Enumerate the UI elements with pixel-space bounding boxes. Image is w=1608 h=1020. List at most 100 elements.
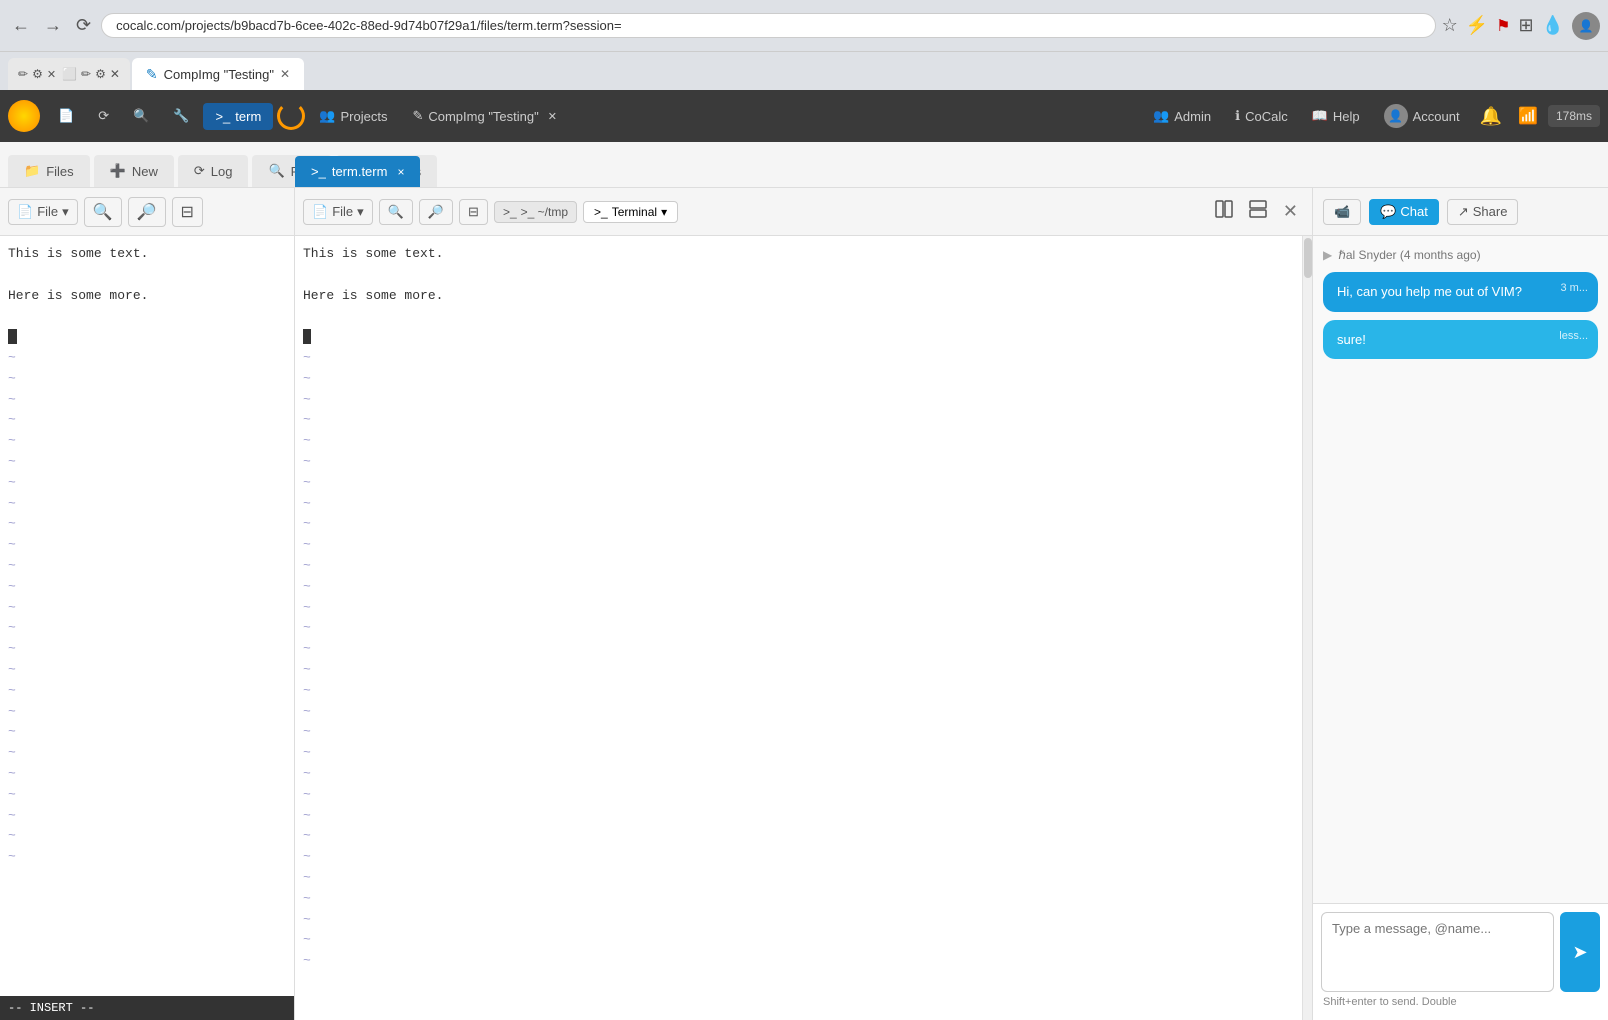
term-tab-close[interactable]: × xyxy=(397,165,404,179)
vim-tilde-2: ~ xyxy=(8,369,286,390)
terminal-split-btn[interactable]: ⊟ xyxy=(459,199,488,225)
term-tab-icon: >_ xyxy=(311,164,326,179)
vim-tilde-17: ~ xyxy=(8,681,286,702)
active-tab-close[interactable]: ✕ xyxy=(280,67,290,81)
term-tilde-14: ~ xyxy=(303,618,1304,639)
file-menu-icon: 📄 xyxy=(17,204,33,220)
compimg-btn[interactable]: ✎ CompImg "Testing" ✕ xyxy=(401,101,568,131)
term-tilde-28: ~ xyxy=(303,910,1304,931)
left-editor-content[interactable]: This is some text. Here is some more. ~ … xyxy=(0,236,294,996)
expand-arrow[interactable]: ▶ xyxy=(1323,248,1332,262)
help-btn[interactable]: 📖 Help xyxy=(1302,102,1370,130)
tools-icon: 🔧 xyxy=(173,108,189,124)
admin-btn[interactable]: 👥 Admin xyxy=(1143,102,1221,130)
zoom-in-icon: 🔎 xyxy=(137,202,157,222)
terminal-zoom-out-btn[interactable]: 🔍 xyxy=(379,199,413,225)
terminal-name-btn[interactable]: >_ Terminal ▾ xyxy=(583,201,678,223)
close-terminal-btn[interactable]: ✕ xyxy=(1277,197,1304,226)
terminal-scrollbar[interactable] xyxy=(1302,236,1312,1020)
video-icon: 📹 xyxy=(1334,204,1350,220)
term-tilde-20: ~ xyxy=(303,743,1304,764)
wifi-icon[interactable]: 📶 xyxy=(1512,100,1544,132)
term-file-tab[interactable]: >_ term.term × xyxy=(295,156,420,187)
share-icon: ↗ xyxy=(1458,204,1469,220)
water-icon[interactable]: 💧 xyxy=(1542,15,1564,36)
terminal-content-area[interactable]: This is some text. Here is some more. ~ … xyxy=(295,236,1312,1020)
split-vertical-btn[interactable] xyxy=(1209,196,1239,227)
vim-line-1: This is some text. xyxy=(8,244,286,265)
tab1-close[interactable]: ✕ xyxy=(47,68,56,81)
browser-tab-active[interactable]: ✎ CompImg "Testing" ✕ xyxy=(132,58,304,90)
chat-video-btn[interactable]: 📹 xyxy=(1323,199,1361,225)
zoom-in-btn[interactable]: 🔎 xyxy=(128,197,166,227)
split-btn[interactable]: ⊟ xyxy=(172,197,203,227)
chat-send-btn[interactable]: ➤ xyxy=(1560,912,1600,992)
tab1-gear: ⚙ xyxy=(32,67,43,81)
terminal-path-icon: >_ xyxy=(503,205,517,219)
terminal-zoom-in-btn[interactable]: 🔎 xyxy=(419,199,453,225)
cocalc-label: CoCalc xyxy=(1245,109,1288,124)
browser-back-btn[interactable]: ← xyxy=(8,11,34,40)
browser-reload-btn[interactable]: ⟳ xyxy=(72,11,95,40)
terminal-file-label: File xyxy=(332,204,353,219)
chat-message-1[interactable]: Hi, can you help me out of VIM? 3 m... xyxy=(1323,272,1598,312)
browser-forward-btn[interactable]: → xyxy=(40,11,66,40)
zoom-out-btn[interactable]: 🔍 xyxy=(84,197,122,227)
edit-icon-1: ✏ xyxy=(18,67,28,81)
term-tilde-1: ~ xyxy=(303,348,1304,369)
browser-tab-1[interactable]: ✏ ⚙ ✕ ⬜ ✏ ⚙ ✕ xyxy=(8,58,130,90)
chat-message-2[interactable]: sure! less... xyxy=(1323,320,1598,360)
new-file-btn[interactable]: 📄 xyxy=(48,102,84,130)
cocalc-logo[interactable] xyxy=(8,100,40,132)
split-horizontal-btn[interactable] xyxy=(1243,196,1273,227)
term-tilde-11: ~ xyxy=(303,556,1304,577)
vim-tilde-15: ~ xyxy=(8,639,286,660)
star-icon[interactable]: ☆ xyxy=(1442,15,1458,36)
term-tilde-30: ~ xyxy=(303,951,1304,972)
active-tab-label: CompImg "Testing" xyxy=(164,67,274,82)
vim-tilde-18: ~ xyxy=(8,702,286,723)
center-terminal-panel: 📄 File ▾ 🔍 🔎 ⊟ >_ >_ ~/tmp >_ Terminal ▾ xyxy=(295,188,1313,1020)
scrollbar-thumb[interactable] xyxy=(1304,238,1312,278)
left-file-tab-files[interactable]: 📁 Files xyxy=(8,155,90,187)
chat-btn[interactable]: 💬 Chat xyxy=(1369,199,1439,225)
terminal-file-btn[interactable]: 📄 File ▾ xyxy=(303,199,373,225)
history-btn[interactable]: ⟳ xyxy=(88,102,119,130)
term-tilde-5: ~ xyxy=(303,431,1304,452)
topbar-right: 👥 Admin ℹ CoCalc 📖 Help 👤 Account 🔔 📶 17… xyxy=(1143,98,1600,134)
vim-tilde-1: ~ xyxy=(8,348,286,369)
left-new-btn[interactable]: ➕ New xyxy=(94,155,174,187)
file-menu-btn[interactable]: 📄 File ▾ xyxy=(8,199,78,225)
left-log-btn[interactable]: ⟳ Log xyxy=(178,155,249,187)
compimg-close[interactable]: ✕ xyxy=(548,110,557,123)
browser-actions: ☆ ⚡ ⚑ ⊞ 💧 👤 xyxy=(1442,12,1600,40)
terminal-right-icons: ✕ xyxy=(1209,196,1304,227)
term-tilde-7: ~ xyxy=(303,473,1304,494)
flag-icon[interactable]: ⚑ xyxy=(1496,16,1510,36)
extension-icon[interactable]: ⊞ xyxy=(1518,15,1533,36)
find-icon: 🔍 xyxy=(268,163,284,179)
cocalc-btn[interactable]: ℹ CoCalc xyxy=(1225,102,1298,130)
vim-tilde-19: ~ xyxy=(8,722,286,743)
terminal-zoom-in-icon: 🔎 xyxy=(428,204,444,220)
search-btn[interactable]: 🔍 xyxy=(123,102,159,130)
chat-input-field[interactable] xyxy=(1321,912,1554,992)
tab1-close2[interactable]: ✕ xyxy=(110,67,120,81)
projects-btn[interactable]: 👥 Projects xyxy=(309,102,397,130)
lightning-icon[interactable]: ⚡ xyxy=(1466,15,1488,36)
right-chat-panel: 📹 💬 Chat ↗ Share ▶ ℏal Snyder (4 months … xyxy=(1313,188,1608,1020)
terminal-name-label: Terminal xyxy=(612,205,657,219)
term-tilde-15: ~ xyxy=(303,639,1304,660)
terminal-file-icon: 📄 xyxy=(312,204,328,220)
share-btn[interactable]: ↗ Share xyxy=(1447,199,1519,225)
term-tab-btn[interactable]: >_ term xyxy=(203,103,273,130)
terminal-toolbar: 📄 File ▾ 🔍 🔎 ⊟ >_ >_ ~/tmp >_ Terminal ▾ xyxy=(295,188,1312,236)
term-tilde-6: ~ xyxy=(303,452,1304,473)
tools-btn[interactable]: 🔧 xyxy=(163,102,199,130)
vim-line-3: Here is some more. xyxy=(8,286,286,307)
address-bar[interactable]: cocalc.com/projects/b9bacd7b-6cee-402c-8… xyxy=(101,13,1435,38)
bell-icon[interactable]: 🔔 xyxy=(1474,100,1508,133)
account-btn[interactable]: 👤 Account xyxy=(1374,98,1470,134)
profile-icon[interactable]: 👤 xyxy=(1572,12,1600,40)
send-icon: ➤ xyxy=(1572,942,1587,963)
